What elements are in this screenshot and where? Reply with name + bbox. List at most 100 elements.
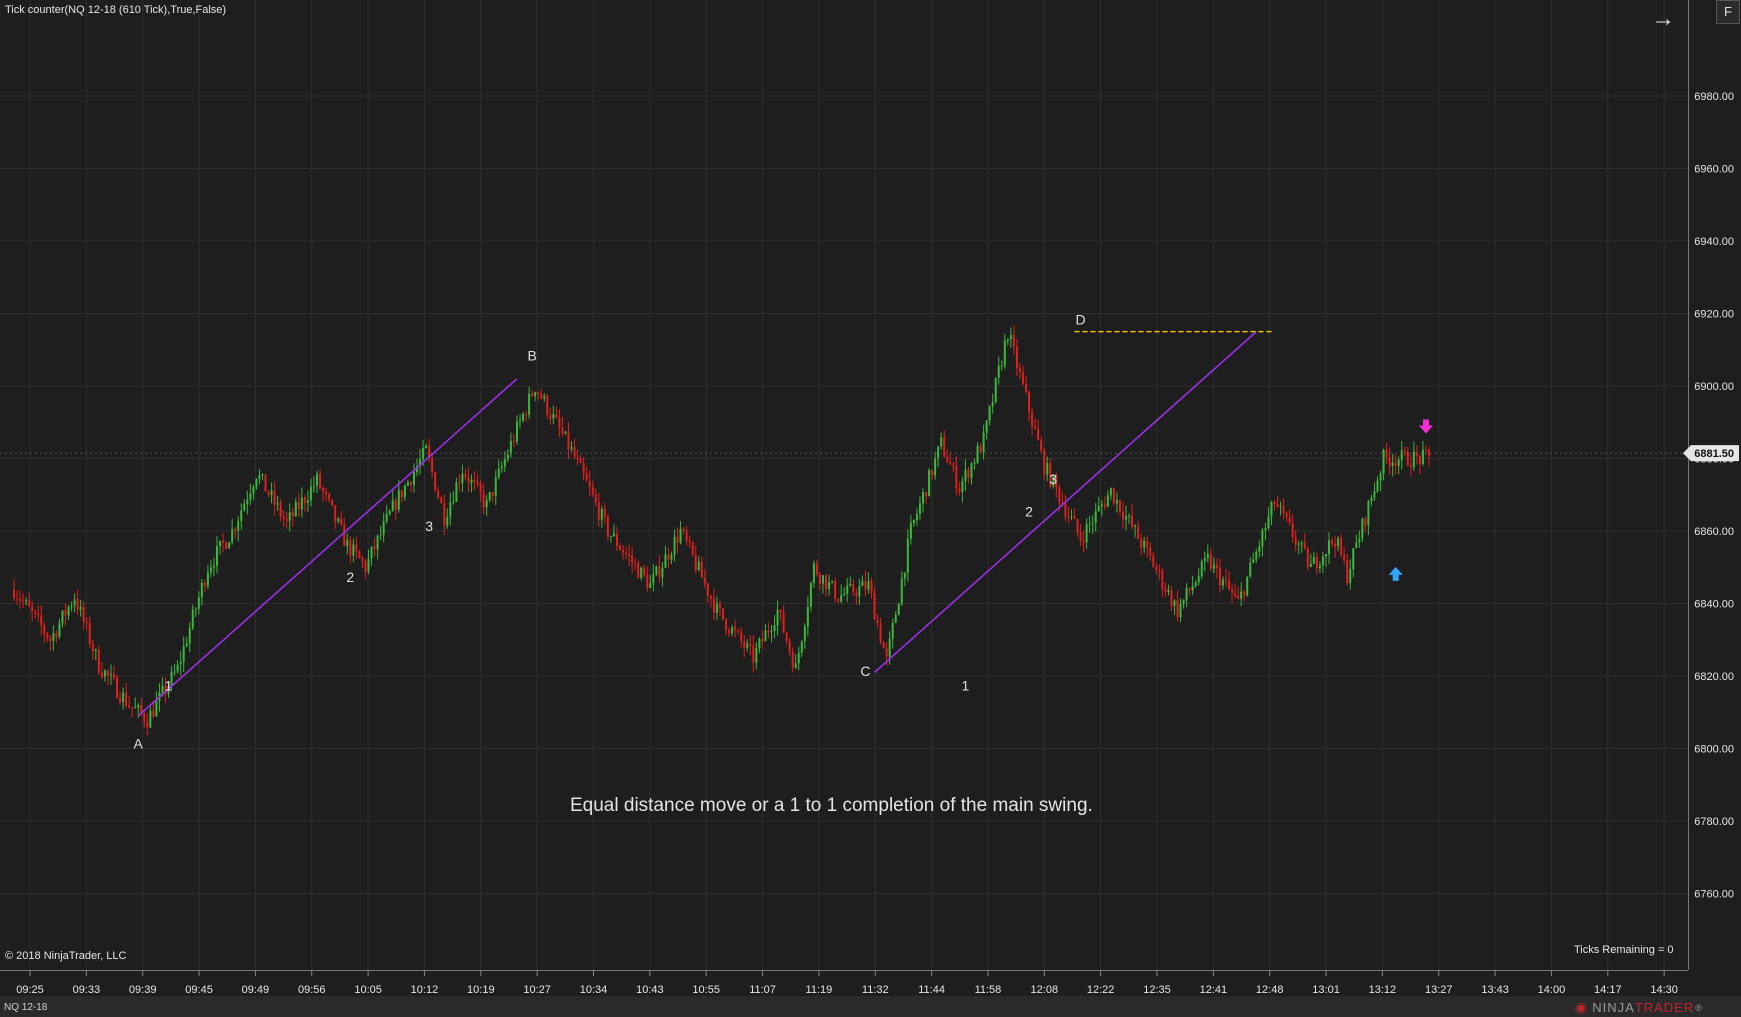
swing-label[interactable]: 2 [346,569,354,585]
candle-body [358,551,361,559]
candle-body [1209,553,1212,569]
x-tick-label: 10:34 [580,984,608,996]
candle-body [1021,372,1024,384]
candle-body [209,567,212,573]
candle-body [325,491,328,494]
candle-body [715,603,718,613]
candlestick-bars[interactable] [13,325,1431,736]
candle-body [658,566,661,578]
buy-arrow-icon[interactable] [1388,566,1403,581]
candle-body [1337,538,1340,547]
swing-label[interactable]: B [527,348,536,364]
swing-label[interactable]: A [134,736,144,752]
candle-body [855,592,858,597]
candle-body [915,514,918,521]
candle-body [1221,579,1224,586]
candle-body [128,705,131,708]
candle-body [694,554,697,570]
y-tick-label: 6860.00 [1694,526,1734,538]
candle-body [549,414,552,419]
candle-body [794,663,797,668]
trendline[interactable] [137,378,518,717]
candle-body [728,629,731,634]
candle-body [1206,553,1209,559]
arrow-right-icon[interactable]: → [1650,6,1676,32]
candle-body [197,597,200,609]
candle-body [764,630,767,642]
candle-body [412,472,415,485]
candle-body [79,606,82,610]
candle-body [1300,542,1303,544]
candle-body [1288,516,1291,523]
candle-body [382,521,385,535]
candle-body [1309,563,1312,567]
candle-body [1252,559,1255,563]
candle-body [1406,451,1409,466]
candle-body [900,578,903,604]
candle-body [1137,525,1140,539]
candle-body [1294,537,1297,545]
candle-body [1203,558,1206,562]
candle-body [446,516,449,526]
candle-body [1212,564,1215,569]
candle-body [40,615,43,626]
candle-body [422,447,425,460]
candle-body [579,458,582,464]
candle-body [31,606,34,612]
x-tick-label: 13:27 [1425,984,1453,996]
candle-body [443,503,446,526]
swing-label[interactable]: 1 [962,678,970,694]
y-tick-label: 6820.00 [1694,671,1734,683]
candle-body [464,473,467,478]
swing-label[interactable]: 2 [1025,504,1033,520]
candle-body [1152,555,1155,568]
candle-body [91,643,94,651]
swing-label[interactable]: D [1075,311,1085,327]
candle-body [843,593,846,595]
candle-body [485,499,488,508]
f-button[interactable]: F [1716,0,1740,24]
candle-body [934,458,937,476]
candle-body [1161,570,1164,589]
swing-label[interactable]: 1 [165,678,173,694]
candle-body [1415,451,1418,456]
candle-body [967,469,970,478]
candle-body [13,589,15,599]
candle-body [397,490,400,510]
candle-body [818,574,821,584]
candle-body [731,627,734,634]
candle-body [979,445,982,453]
candle-body [673,536,676,555]
candle-body [555,414,558,418]
candle-body [1321,556,1324,566]
candle-body [1428,450,1431,456]
candle-body [185,643,188,647]
candle-body [255,478,258,488]
candle-body [506,454,509,460]
candle-body [343,524,346,546]
swing-label[interactable]: 3 [425,518,433,534]
price-chart[interactable]: A123BC123D 6760.006780.006800.006820.006… [0,0,1741,1017]
candle-body [306,500,309,503]
candle-body [267,491,270,495]
x-tick-label: 14:00 [1538,984,1566,996]
candle-body [106,670,109,676]
candle-body [1143,541,1146,548]
instrument-tab[interactable]: NQ 12-18 [4,1002,47,1013]
logo-text-ninja: NINJA [1592,1000,1635,1015]
candle-body [1279,505,1282,507]
candle-body [958,488,961,492]
candle-body [1179,603,1182,618]
candle-body [488,492,491,500]
candle-body [994,377,997,403]
candle-body [503,459,506,467]
candle-body [361,558,364,562]
candle-body [725,619,728,630]
candle-body [1373,491,1376,498]
sell-arrow-icon[interactable] [1418,419,1433,434]
candle-body [1018,368,1021,373]
swing-label[interactable]: 3 [1049,471,1057,487]
x-tick-label: 10:27 [523,984,551,996]
candle-body [134,707,137,709]
swing-label[interactable]: C [860,663,870,679]
